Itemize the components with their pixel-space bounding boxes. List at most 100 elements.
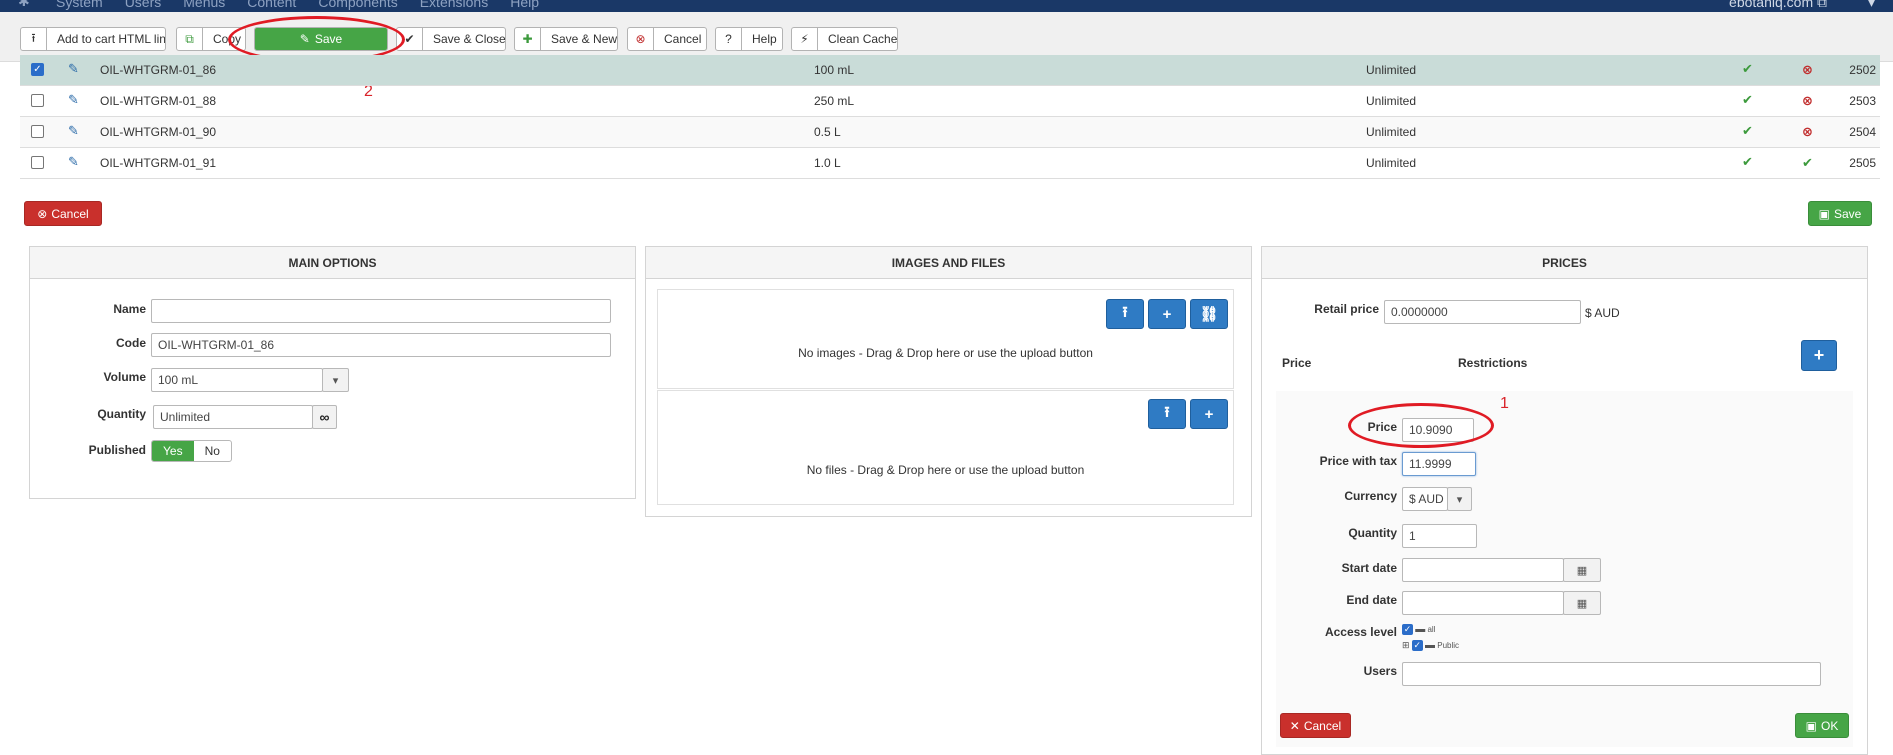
menu-components[interactable]: Components	[318, 0, 397, 9]
site-link[interactable]: ebotaniq.com ⧉	[1729, 0, 1827, 9]
menu-help[interactable]: Help	[510, 0, 539, 9]
plus-icon: +	[1162, 305, 1172, 323]
access-tree-all[interactable]: ✓ ▬ all	[1402, 624, 1435, 636]
published-no[interactable]: No	[194, 441, 231, 461]
retail-price-input[interactable]: 0.0000000	[1384, 300, 1581, 324]
price-input[interactable]: 10.9090	[1402, 418, 1474, 442]
main-options-title: MAIN OPTIONS	[30, 247, 635, 279]
price-quantity-input[interactable]: 1	[1402, 524, 1477, 548]
row-checkbox[interactable]	[31, 125, 44, 138]
published-icon[interactable]: ✔	[1802, 155, 1813, 171]
upload-icon: ⭱	[1122, 303, 1128, 321]
price-column-header: Price	[1282, 356, 1312, 370]
row-code: OIL-WHTGRM-01_90	[100, 125, 217, 139]
access-tree-public[interactable]: ⊞ ✓ ▬ Public	[1402, 640, 1459, 652]
help-button[interactable]: ? Help	[715, 27, 783, 51]
save-new-button[interactable]: ✚ Save & New	[514, 27, 618, 51]
pencil-icon[interactable]: ✎	[68, 154, 79, 170]
chevron-down-icon[interactable]: ▾	[322, 368, 349, 392]
save-close-button[interactable]: ✔ Save & Close	[396, 27, 506, 51]
calendar-icon[interactable]: ▦	[1563, 558, 1601, 582]
table-row[interactable]: ✓ ✎ OIL-WHTGRM-01_86 100 mL Unlimited ✔ …	[20, 55, 1880, 86]
volume-select[interactable]: 100 mL	[151, 368, 323, 392]
unpublished-icon[interactable]: ⊗	[1802, 62, 1813, 78]
price-with-tax-input[interactable]: 11.9999	[1402, 452, 1476, 476]
add-to-cart-button[interactable]: ⭱ Add to cart HTML link	[20, 27, 166, 51]
currency-select[interactable]: $ AUD	[1402, 487, 1448, 511]
form-cancel-button[interactable]: ⊗ Cancel	[24, 201, 102, 226]
start-date-input[interactable]	[1402, 558, 1564, 582]
code-input[interactable]: OIL-WHTGRM-01_86	[151, 333, 611, 357]
user-menu-icon[interactable]: ▾	[1868, 0, 1875, 9]
volume-label: Volume	[103, 370, 146, 384]
add-image-button[interactable]: +	[1148, 299, 1186, 329]
menu-extensions[interactable]: Extensions	[420, 0, 488, 9]
quantity-input[interactable]: Unlimited	[153, 405, 313, 429]
add-file-button[interactable]: +	[1190, 399, 1228, 429]
price-label: Price	[1367, 420, 1397, 434]
price-cancel-button[interactable]: ✕ Cancel	[1280, 713, 1351, 738]
name-input[interactable]	[151, 299, 611, 323]
start-date-label: Start date	[1341, 561, 1397, 575]
row-code: OIL-WHTGRM-01_88	[100, 94, 217, 108]
broom-icon: ⚡	[792, 28, 818, 50]
table-row[interactable]: ✎ OIL-WHTGRM-01_90 0.5 L Unlimited ✔ ⊗ 2…	[20, 117, 1880, 148]
table-row[interactable]: ✎ OIL-WHTGRM-01_91 1.0 L Unlimited ✔ ✔ 2…	[20, 148, 1880, 179]
end-date-input[interactable]	[1402, 591, 1564, 615]
plus-icon: +	[1813, 345, 1825, 365]
menu-menus[interactable]: Menus	[183, 0, 225, 9]
check-icon[interactable]: ✔	[1742, 154, 1753, 170]
upload-file-button[interactable]: ⭱	[1148, 399, 1186, 429]
form-save-button[interactable]: ▣ Save	[1808, 201, 1872, 226]
row-code: OIL-WHTGRM-01_91	[100, 156, 217, 170]
upload-icon: ⭱	[21, 28, 47, 50]
link-image-button[interactable]: ⛓	[1190, 299, 1228, 329]
chevron-down-icon[interactable]: ▾	[1447, 487, 1472, 511]
table-row[interactable]: ✎ OIL-WHTGRM-01_88 250 mL Unlimited ✔ ⊗ …	[20, 86, 1880, 117]
upload-image-button[interactable]: ⭱	[1106, 299, 1144, 329]
published-yes[interactable]: Yes	[152, 441, 194, 461]
copy-button[interactable]: ⧉ Copy	[176, 27, 246, 51]
check-icon: ✔	[397, 28, 423, 50]
top-nav: ✱ System Users Menus Content Components …	[0, 0, 1893, 12]
unpublished-icon[interactable]: ⊗	[1802, 93, 1813, 109]
users-input[interactable]	[1402, 662, 1821, 686]
no-images-text: No images - Drag & Drop here or use the …	[798, 346, 1093, 360]
currency-label: Currency	[1344, 489, 1397, 503]
pencil-icon[interactable]: ✎	[68, 61, 79, 77]
menu-users[interactable]: Users	[125, 0, 162, 9]
add-price-button[interactable]: +	[1801, 340, 1837, 371]
menu-content[interactable]: Content	[247, 0, 296, 9]
published-label: Published	[88, 443, 146, 457]
menu-system[interactable]: System	[56, 0, 103, 9]
infinity-icon[interactable]: ∞	[312, 405, 337, 429]
check-icon[interactable]: ✔	[1742, 123, 1753, 139]
clean-cache-button[interactable]: ⚡ Clean Cache	[791, 27, 898, 51]
row-checkbox[interactable]: ✓	[31, 63, 44, 76]
save-button[interactable]: ✎ Save	[254, 27, 388, 51]
access-all-checkbox[interactable]: ✓	[1402, 624, 1413, 636]
calendar-icon[interactable]: ▦	[1563, 591, 1601, 615]
restrictions-column-header: Restrictions	[1458, 356, 1528, 370]
pencil-icon[interactable]: ✎	[68, 92, 79, 108]
published-toggle[interactable]: Yes No	[151, 440, 232, 462]
joomla-logo-icon[interactable]: ✱	[18, 0, 32, 8]
cancel-button[interactable]: ⊗ Cancel	[627, 27, 707, 51]
price-ok-button[interactable]: ▣ OK	[1795, 713, 1849, 738]
access-public-checkbox[interactable]: ✓	[1411, 640, 1423, 652]
row-volume: 0.5 L	[814, 125, 841, 139]
row-quantity: Unlimited	[1366, 63, 1417, 77]
save-icon: ▣	[1805, 718, 1817, 733]
check-icon[interactable]: ✔	[1742, 61, 1753, 77]
row-checkbox[interactable]	[31, 156, 44, 169]
price-with-tax-label: Price with tax	[1319, 454, 1397, 468]
check-icon[interactable]: ✔	[1742, 92, 1753, 108]
end-date-label: End date	[1346, 593, 1397, 607]
pencil-icon[interactable]: ✎	[68, 123, 79, 139]
prices-title: PRICES	[1262, 247, 1867, 279]
name-label: Name	[113, 302, 146, 316]
plus-icon: +	[1204, 405, 1214, 423]
row-checkbox[interactable]	[31, 94, 44, 107]
expand-icon[interactable]: ⊞	[1402, 640, 1410, 650]
unpublished-icon[interactable]: ⊗	[1802, 124, 1813, 140]
